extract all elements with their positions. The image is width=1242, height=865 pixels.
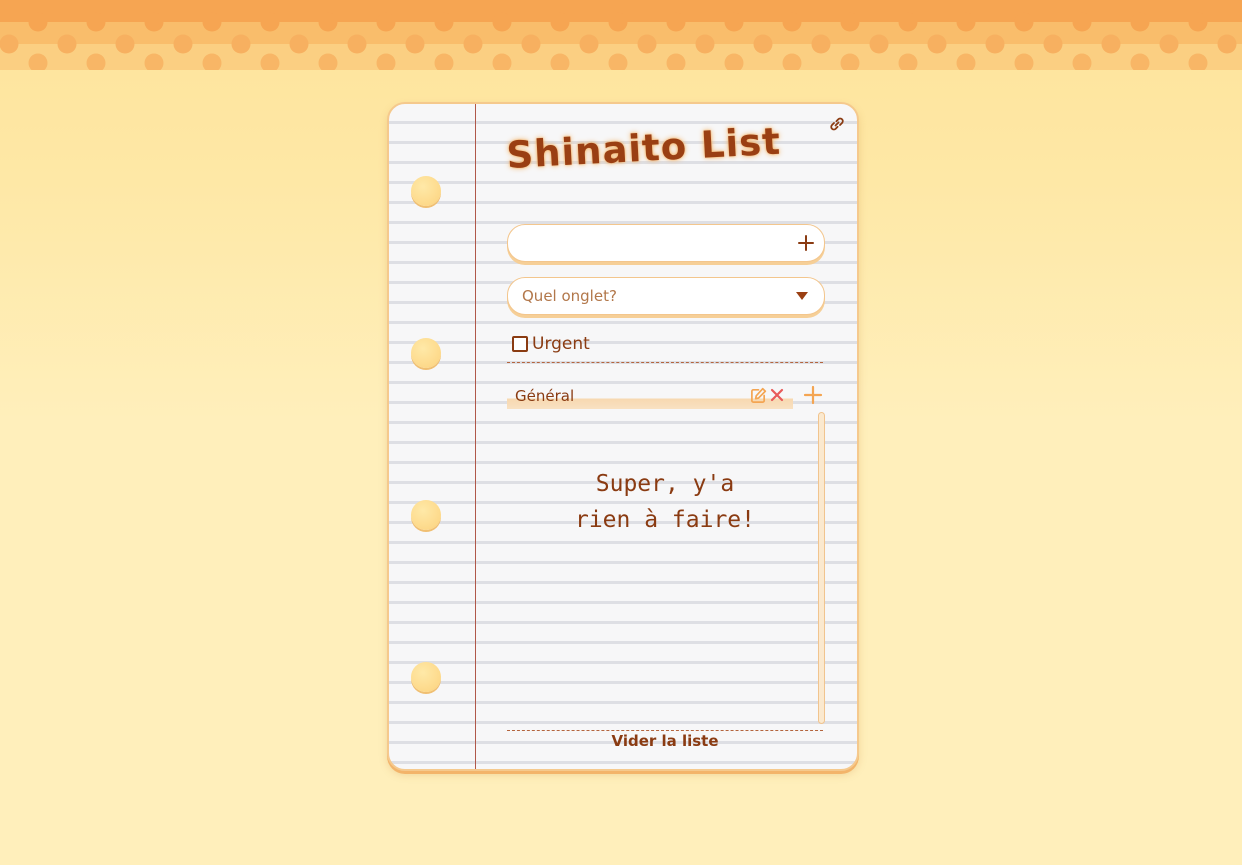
band-dot xyxy=(811,34,831,54)
band-dot xyxy=(956,12,976,32)
band-dot xyxy=(376,12,396,32)
notebook-card: Shinaito List Quel onglet? Urgent Généra… xyxy=(387,102,859,771)
tab-general[interactable]: Général xyxy=(507,383,793,409)
band-dot xyxy=(608,12,628,32)
band-dot xyxy=(1159,34,1179,54)
edit-icon[interactable] xyxy=(750,387,767,404)
top-decorative-band xyxy=(0,0,1242,70)
band-dot xyxy=(434,12,454,32)
band-dot xyxy=(1014,12,1034,32)
band-dot xyxy=(782,12,802,32)
band-dot xyxy=(869,34,889,54)
band-dot xyxy=(202,12,222,32)
tab-label: Général xyxy=(515,387,575,405)
band-dot xyxy=(28,12,48,32)
band-dot xyxy=(492,12,512,32)
empty-state-line-1: Super, y'a xyxy=(595,471,735,497)
band-dot xyxy=(318,12,338,32)
caret-down-icon xyxy=(796,292,808,300)
clear-list-button[interactable]: Vider la liste xyxy=(507,732,823,750)
tab-select-placeholder: Quel onglet? xyxy=(522,287,617,305)
close-icon[interactable] xyxy=(769,387,785,403)
band-dot xyxy=(347,34,367,54)
band-dot xyxy=(463,34,483,54)
urgent-checkbox[interactable] xyxy=(512,336,528,352)
task-input-box xyxy=(507,224,825,263)
task-list-scrollbar[interactable] xyxy=(818,412,825,724)
app-title: Shinaito List xyxy=(505,119,782,177)
band-dot xyxy=(173,34,193,54)
margin-line xyxy=(475,104,476,769)
divider xyxy=(507,362,823,363)
task-input[interactable] xyxy=(522,225,786,263)
band-dot xyxy=(695,34,715,54)
band-dot xyxy=(1130,12,1150,32)
band-dot xyxy=(86,12,106,32)
band-dot xyxy=(840,12,860,32)
band-dot xyxy=(927,34,947,54)
divider xyxy=(507,730,823,731)
band-dot xyxy=(289,34,309,54)
empty-state-line-2: rien à faire! xyxy=(574,507,755,533)
band-dot xyxy=(1188,12,1208,32)
band-dot xyxy=(231,34,251,54)
tab-select[interactable]: Quel onglet? xyxy=(507,277,825,315)
band-dot xyxy=(753,34,773,54)
band-dot xyxy=(57,34,77,54)
band-dot xyxy=(637,34,657,54)
band-dot xyxy=(550,12,570,32)
urgent-label: Urgent xyxy=(532,334,590,354)
band-dot xyxy=(521,34,541,54)
band-dot xyxy=(260,12,280,32)
add-tab-button[interactable] xyxy=(803,385,823,405)
binder-hole xyxy=(411,500,441,530)
band-dot xyxy=(405,34,425,54)
band-dot xyxy=(666,12,686,32)
band-dot xyxy=(1217,34,1237,54)
add-task-button[interactable] xyxy=(796,233,816,253)
band-dot xyxy=(1101,34,1121,54)
binder-hole xyxy=(411,662,441,692)
band-dot xyxy=(579,34,599,54)
band-dot xyxy=(0,34,19,54)
band-dot xyxy=(724,12,744,32)
band-dot xyxy=(1072,12,1092,32)
band-dot xyxy=(144,12,164,32)
binder-hole xyxy=(411,176,441,206)
band-dot xyxy=(115,34,135,54)
band-dot xyxy=(1043,34,1063,54)
binder-hole xyxy=(411,338,441,368)
band-dot xyxy=(985,34,1005,54)
empty-state-message: Super, y'a rien à faire! xyxy=(507,466,823,538)
band-dot xyxy=(898,12,918,32)
